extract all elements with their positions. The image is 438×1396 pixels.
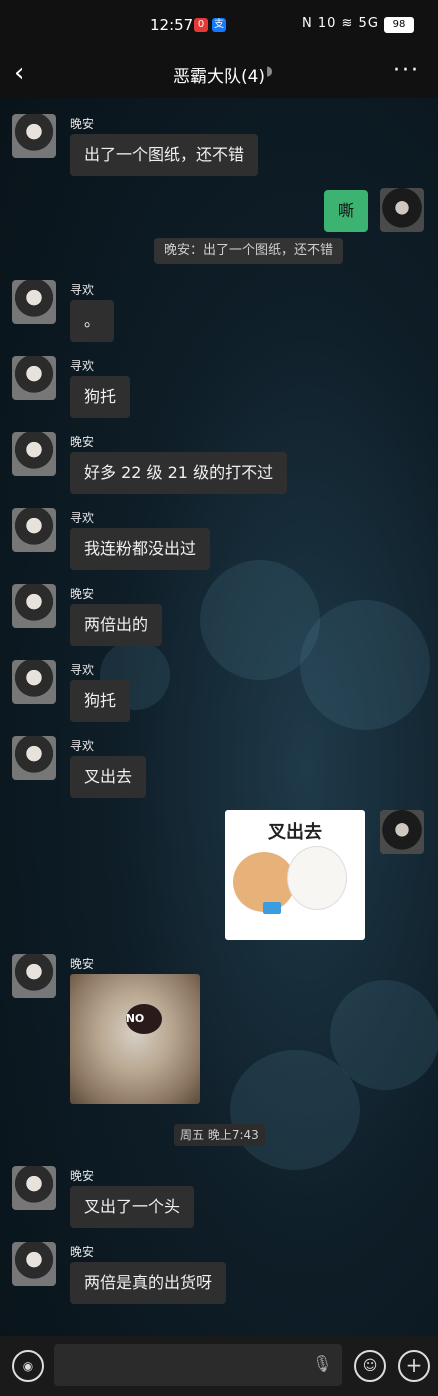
chat-title: 恶霸大队(4) — [172, 67, 266, 87]
message-input[interactable] — [54, 1344, 342, 1386]
avatar[interactable] — [12, 508, 56, 552]
sender-name: 晚安 — [70, 957, 95, 971]
mic-icon[interactable]: 🎙 — [312, 1354, 332, 1373]
avatar[interactable] — [12, 114, 56, 158]
battery-icon: 98 — [384, 17, 414, 33]
sender-name: 晚安 — [70, 1245, 95, 1259]
sticker-image[interactable]: 叉出去 — [225, 810, 365, 940]
voice-button[interactable]: ◉ — [12, 1350, 44, 1382]
message-bubble[interactable]: 出了一个图纸，还不错 — [70, 134, 259, 176]
message-bubble[interactable]: 嘶 — [324, 190, 369, 232]
message-bubble[interactable]: 。 — [70, 300, 115, 342]
notification-badge: 0 — [194, 18, 208, 32]
sender-name: 寻欢 — [70, 283, 95, 297]
background-bokeh — [300, 600, 430, 730]
sender-name: 晚安 — [70, 435, 95, 449]
sender-name: 寻欢 — [70, 511, 95, 525]
phone-icon — [263, 902, 281, 914]
my-avatar[interactable] — [380, 188, 424, 232]
emoji-button[interactable]: ☺ — [354, 1350, 386, 1382]
avatar[interactable] — [12, 1242, 56, 1286]
signal-icons: N 10 ≋ 5G — [302, 16, 379, 31]
avatar[interactable] — [12, 432, 56, 476]
message-bubble[interactable]: 好多 22 级 21 级的打不过 — [70, 452, 288, 494]
status-time: 12:57 — [150, 16, 194, 34]
input-bar: ◉ 🎙 ☺ + — [0, 1336, 438, 1396]
sender-name: 晚安 — [70, 1169, 95, 1183]
cat-image[interactable]: NO — [70, 974, 200, 1104]
background-bokeh — [330, 980, 438, 1090]
message-bubble[interactable]: 两倍是真的出货呀 — [70, 1262, 227, 1304]
sticker-caption: 叉出去 — [268, 822, 322, 843]
avatar[interactable] — [12, 1166, 56, 1210]
status-bar: 12:57 0 支 N 10 ≋ 5G 98 — [0, 0, 438, 48]
sender-name: 晚安 — [70, 587, 95, 601]
alipay-badge: 支 — [212, 18, 226, 32]
cat-image-caption: NO — [125, 1012, 145, 1025]
sender-name: 寻欢 — [70, 739, 95, 753]
avatar[interactable] — [12, 736, 56, 780]
message-bubble[interactable]: 狗托 — [70, 376, 131, 418]
message-bubble[interactable]: 叉出去 — [70, 756, 147, 798]
message-bubble[interactable]: 两倍出的 — [70, 604, 163, 646]
quoted-message[interactable]: 晚安：出了一个图纸，还不错 — [154, 238, 344, 264]
message-bubble[interactable]: 我连粉都没出过 — [70, 528, 211, 570]
avatar[interactable] — [12, 660, 56, 704]
sender-name: 寻欢 — [70, 663, 95, 677]
message-bubble[interactable]: 叉出了一个头 — [70, 1186, 195, 1228]
chat-header: ‹ 恶霸大队(4) ◗ ··· — [0, 48, 438, 98]
avatar[interactable] — [12, 356, 56, 400]
plus-button[interactable]: + — [398, 1350, 430, 1382]
ear-icon: ◗ — [266, 64, 273, 79]
sender-name: 寻欢 — [70, 359, 95, 373]
white-bear — [287, 846, 347, 910]
my-avatar[interactable] — [380, 810, 424, 854]
avatar[interactable] — [12, 954, 56, 998]
sender-name: 晚安 — [70, 117, 95, 131]
timestamp: 周五 晚上7:43 — [174, 1124, 265, 1146]
avatar[interactable] — [12, 584, 56, 628]
message-bubble[interactable]: 狗托 — [70, 680, 131, 722]
avatar[interactable] — [12, 280, 56, 324]
more-icon[interactable]: ··· — [393, 58, 420, 83]
